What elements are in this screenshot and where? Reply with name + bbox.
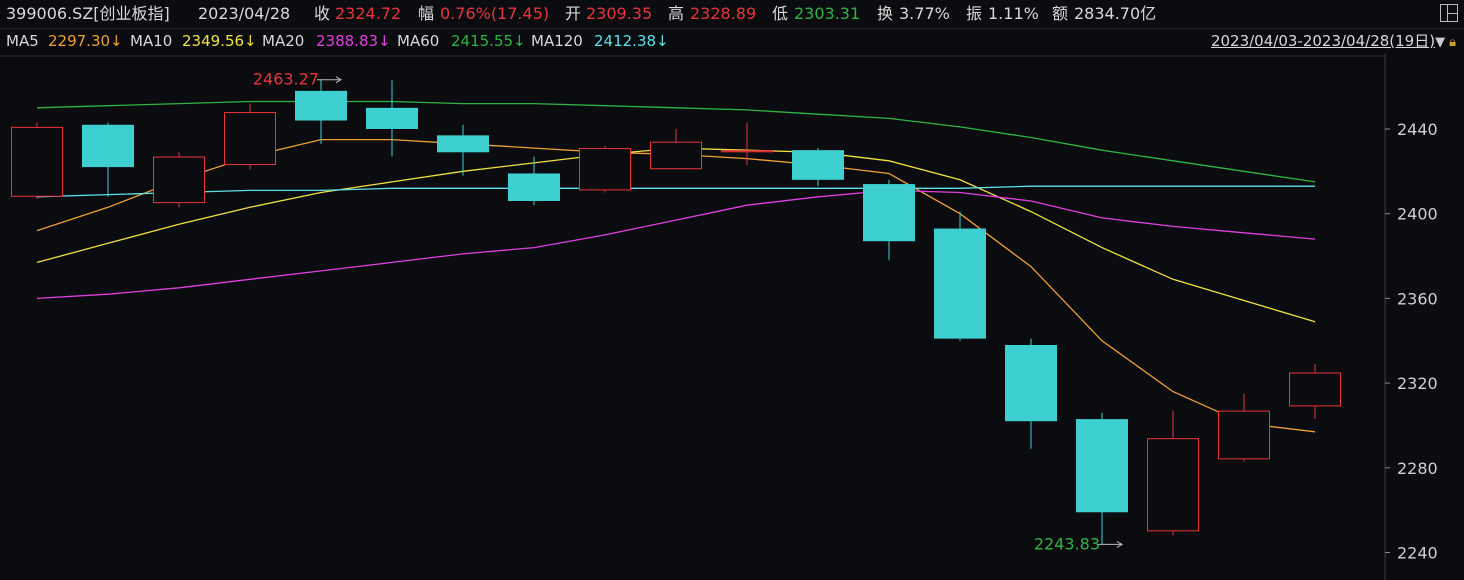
candle-body: [1076, 419, 1128, 513]
layout-toggle-icon[interactable]: [1440, 4, 1458, 22]
quote-date: 2023/04/28: [198, 4, 291, 23]
open-value: 2309.35: [586, 4, 653, 23]
high-value: 2328.89: [690, 4, 757, 23]
candle-body: [437, 135, 489, 153]
candle-body: [82, 124, 134, 168]
candle: [934, 211, 986, 341]
y-tick-label: 2360: [1397, 289, 1438, 308]
moving-average-bar: MA5 2297.30↓ MA10 2349.56↓ MA20 2388.83↓…: [0, 28, 1464, 54]
amount-value: 2834.70亿: [1074, 4, 1157, 23]
ma20-label: MA20: [262, 32, 305, 50]
y-tick-label: 2440: [1397, 120, 1438, 139]
low-label: 低: [772, 4, 789, 23]
candle-body: [792, 150, 844, 180]
chart-background: [0, 54, 1464, 580]
ma120-value: 2412.38↓: [594, 32, 669, 50]
candle-body: [224, 112, 276, 165]
amount-label: 额: [1052, 4, 1069, 23]
amplitude-label: 振: [966, 4, 983, 23]
candle-body: [295, 90, 347, 121]
turnover-value: 3.77%: [899, 4, 950, 23]
date-range-selector[interactable]: 2023/04/03-2023/04/28(19日)▼ 🔒︎: [1211, 28, 1456, 56]
candle-body: [11, 126, 63, 197]
low-value: 2303.31: [794, 4, 861, 23]
candle-body: [1289, 372, 1341, 407]
candle: [153, 152, 205, 208]
ma60-label: MA60: [397, 32, 440, 50]
candle-body: [579, 148, 631, 191]
close-label: 收: [314, 4, 331, 23]
date-range-text[interactable]: 2023/04/03-2023/04/28(19日): [1211, 32, 1435, 50]
candle-body: [153, 156, 205, 204]
y-tick-label: 2320: [1397, 374, 1438, 393]
ma60-value: 2415.55↓: [451, 32, 526, 50]
quote-info-bar: 399006.SZ[创业板指] 2023/04/28 收 2324.72 幅 0…: [0, 0, 1464, 29]
candle-body: [721, 150, 773, 153]
ma20-value: 2388.83↓: [316, 32, 391, 50]
index-code: 399006.SZ[创业板指]: [6, 4, 170, 23]
lock-icon[interactable]: 🔒︎: [1449, 30, 1456, 56]
candle: [579, 145, 631, 193]
open-label: 开: [565, 4, 582, 23]
turnover-label: 换: [877, 4, 894, 23]
candle-body: [1218, 410, 1270, 460]
ma5-value: 2297.30↓: [48, 32, 123, 50]
candle-body: [650, 141, 702, 170]
candle: [11, 122, 63, 199]
candle-body: [934, 228, 986, 339]
change-label: 幅: [418, 4, 435, 23]
amplitude-value: 1.11%: [988, 4, 1039, 23]
change-value: 0.76%(17.45): [440, 4, 550, 23]
ma10-value: 2349.56↓: [182, 32, 257, 50]
ma10-label: MA10: [130, 32, 173, 50]
close-value: 2324.72: [335, 4, 402, 23]
y-tick-label: 2240: [1397, 544, 1438, 563]
ma120-label: MA120: [531, 32, 583, 50]
candle-body: [863, 184, 915, 242]
candle-body: [508, 173, 560, 201]
candlestick-chart: 2240 2280 2320 2360 2400 2440 2463.27 2243.83: [0, 54, 1464, 580]
candle-body: [1005, 344, 1057, 422]
high-label: 高: [668, 4, 685, 23]
ma5-label: MA5: [6, 32, 39, 50]
candle-body: [1147, 438, 1199, 532]
candle-body: [366, 107, 418, 129]
annotation-label: 2243.83: [1034, 534, 1100, 553]
candle: [224, 103, 276, 170]
y-tick-label: 2400: [1397, 205, 1438, 224]
y-tick-label: 2280: [1397, 459, 1438, 478]
triangle-down-icon[interactable]: ▼: [1435, 35, 1445, 50]
annotation-label: 2463.27: [253, 70, 319, 89]
